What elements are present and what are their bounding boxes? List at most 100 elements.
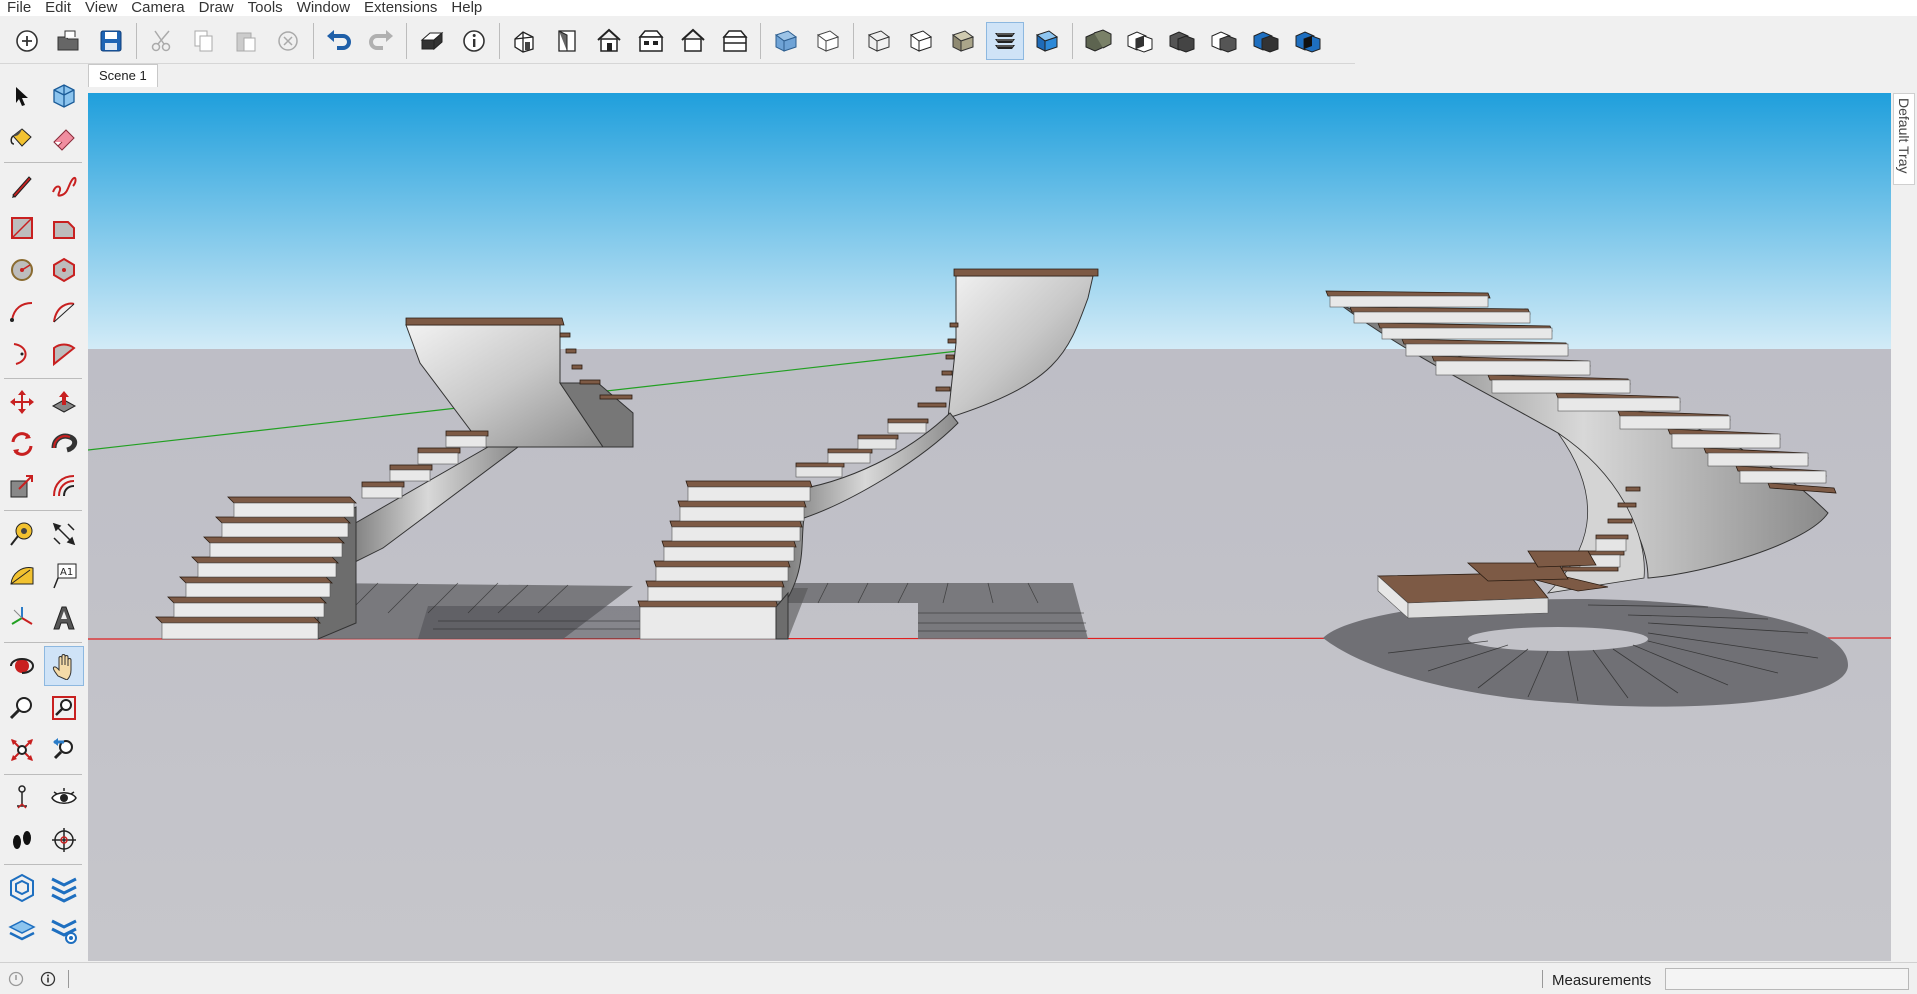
monochrome-style-icon[interactable]	[1028, 22, 1066, 60]
instructor-info-icon[interactable]	[40, 971, 56, 987]
offset-tool-icon[interactable]	[44, 466, 84, 506]
rectangle-tool-icon[interactable]	[2, 208, 42, 248]
pie-tool-icon[interactable]	[44, 334, 84, 374]
undo-icon[interactable]	[320, 22, 358, 60]
front-view-icon[interactable]	[590, 22, 628, 60]
polygon-tool-icon[interactable]	[44, 250, 84, 290]
zoom-extents-icon[interactable]	[2, 730, 42, 770]
menu-draw[interactable]: Draw	[192, 0, 241, 16]
default-tray-tab[interactable]: Default Tray	[1893, 93, 1915, 185]
shaded-textures-style-icon[interactable]	[986, 21, 1024, 60]
cut-icon[interactable]	[143, 22, 181, 60]
menu-help[interactable]: Help	[444, 0, 489, 16]
extension-warehouse-icon[interactable]	[44, 868, 84, 908]
svg-text:A1: A1	[60, 567, 73, 578]
erase-selection-icon[interactable]	[269, 22, 307, 60]
split-solids-icon[interactable]	[1289, 22, 1327, 60]
pan-tool-icon[interactable]	[44, 646, 84, 686]
extension-manager-icon[interactable]	[44, 910, 84, 950]
walk-tool-icon[interactable]	[2, 820, 42, 860]
dimension-tool-icon[interactable]	[44, 514, 84, 554]
eraser-icon[interactable]	[44, 118, 84, 158]
back-view-icon[interactable]	[674, 22, 712, 60]
orbit-tool-icon[interactable]	[2, 646, 42, 686]
menu-file[interactable]: File	[0, 0, 38, 16]
menu-tools[interactable]: Tools	[241, 0, 290, 16]
new-file-icon[interactable]	[8, 22, 46, 60]
axes-tool-icon[interactable]	[2, 598, 42, 638]
toolbar-separator	[853, 22, 854, 59]
warehouse-icon[interactable]	[2, 868, 42, 908]
outer-shell-icon[interactable]	[1079, 22, 1117, 60]
previous-view-icon[interactable]	[44, 730, 84, 770]
paint-bucket-icon[interactable]	[2, 118, 42, 158]
xray-style-icon[interactable]	[767, 22, 805, 60]
zoom-tool-icon[interactable]	[2, 688, 42, 728]
status-separator	[68, 970, 69, 988]
shaded-style-icon[interactable]	[944, 22, 982, 60]
toolbar-separator	[4, 510, 82, 511]
default-tray-label: Default Tray	[1896, 98, 1912, 174]
toolbar-separator	[760, 22, 761, 59]
menu-view[interactable]: View	[78, 0, 124, 16]
measurements-input[interactable]	[1665, 968, 1909, 990]
position-camera-icon[interactable]	[2, 778, 42, 818]
section-plane-icon[interactable]	[44, 820, 84, 860]
look-around-icon[interactable]	[44, 778, 84, 818]
menu-edit[interactable]: Edit	[38, 0, 78, 16]
left-tool-palette: A1	[0, 76, 88, 961]
trim-solids-icon[interactable]	[1247, 22, 1285, 60]
follow-me-icon[interactable]	[44, 424, 84, 464]
toolbar-separator	[136, 22, 137, 59]
zoom-window-icon[interactable]	[44, 688, 84, 728]
hidden-line-style-icon[interactable]	[902, 22, 940, 60]
menu-extensions[interactable]: Extensions	[357, 0, 444, 16]
tape-measure-icon[interactable]	[2, 514, 42, 554]
union-solids-icon[interactable]	[1163, 22, 1201, 60]
protractor-icon[interactable]	[2, 556, 42, 596]
copy-icon[interactable]	[185, 22, 223, 60]
top-view-icon[interactable]	[548, 22, 586, 60]
model-info-icon[interactable]	[455, 22, 493, 60]
geo-location-icon[interactable]	[8, 971, 24, 987]
rotate-tool-icon[interactable]	[2, 424, 42, 464]
toolbar-separator	[4, 162, 82, 163]
scale-tool-icon[interactable]	[2, 466, 42, 506]
move-tool-icon[interactable]	[2, 382, 42, 422]
status-separator	[1542, 970, 1543, 988]
subtract-solids-icon[interactable]	[1205, 22, 1243, 60]
text-tool-icon[interactable]: A1	[44, 556, 84, 596]
layout-icon[interactable]	[2, 910, 42, 950]
menu-camera[interactable]: Camera	[124, 0, 191, 16]
3d-text-icon[interactable]	[44, 598, 84, 638]
save-icon[interactable]	[92, 22, 130, 60]
print-icon[interactable]	[413, 22, 451, 60]
select-tool-icon[interactable]	[2, 76, 42, 116]
menu-bar: File Edit View Camera Draw Tools Window …	[0, 0, 1917, 16]
menu-window[interactable]: Window	[290, 0, 357, 16]
intersect-solids-icon[interactable]	[1121, 22, 1159, 60]
redo-icon[interactable]	[362, 22, 400, 60]
push-pull-icon[interactable]	[44, 382, 84, 422]
paste-icon[interactable]	[227, 22, 265, 60]
circle-tool-icon[interactable]	[2, 250, 42, 290]
make-component-icon[interactable]	[44, 76, 84, 116]
left-view-icon[interactable]	[716, 22, 754, 60]
rotated-rectangle-icon[interactable]	[44, 208, 84, 248]
iso-view-icon[interactable]	[506, 22, 544, 60]
freehand-tool-icon[interactable]	[44, 166, 84, 206]
two-point-arc-icon[interactable]	[44, 292, 84, 332]
line-tool-icon[interactable]	[2, 166, 42, 206]
three-point-arc-icon[interactable]	[2, 334, 42, 374]
status-bar: Measurements	[0, 962, 1917, 994]
main-toolbar	[0, 18, 1355, 64]
model-viewport[interactable]	[88, 93, 1891, 961]
arc-tool-icon[interactable]	[2, 292, 42, 332]
tab-scene-1[interactable]: Scene 1	[88, 64, 158, 87]
wireframe-style-icon[interactable]	[860, 22, 898, 60]
toolbar-separator	[313, 22, 314, 59]
open-file-icon[interactable]	[50, 22, 88, 60]
toolbar-separator	[4, 378, 82, 379]
back-edges-style-icon[interactable]	[809, 22, 847, 60]
right-view-icon[interactable]	[632, 22, 670, 60]
